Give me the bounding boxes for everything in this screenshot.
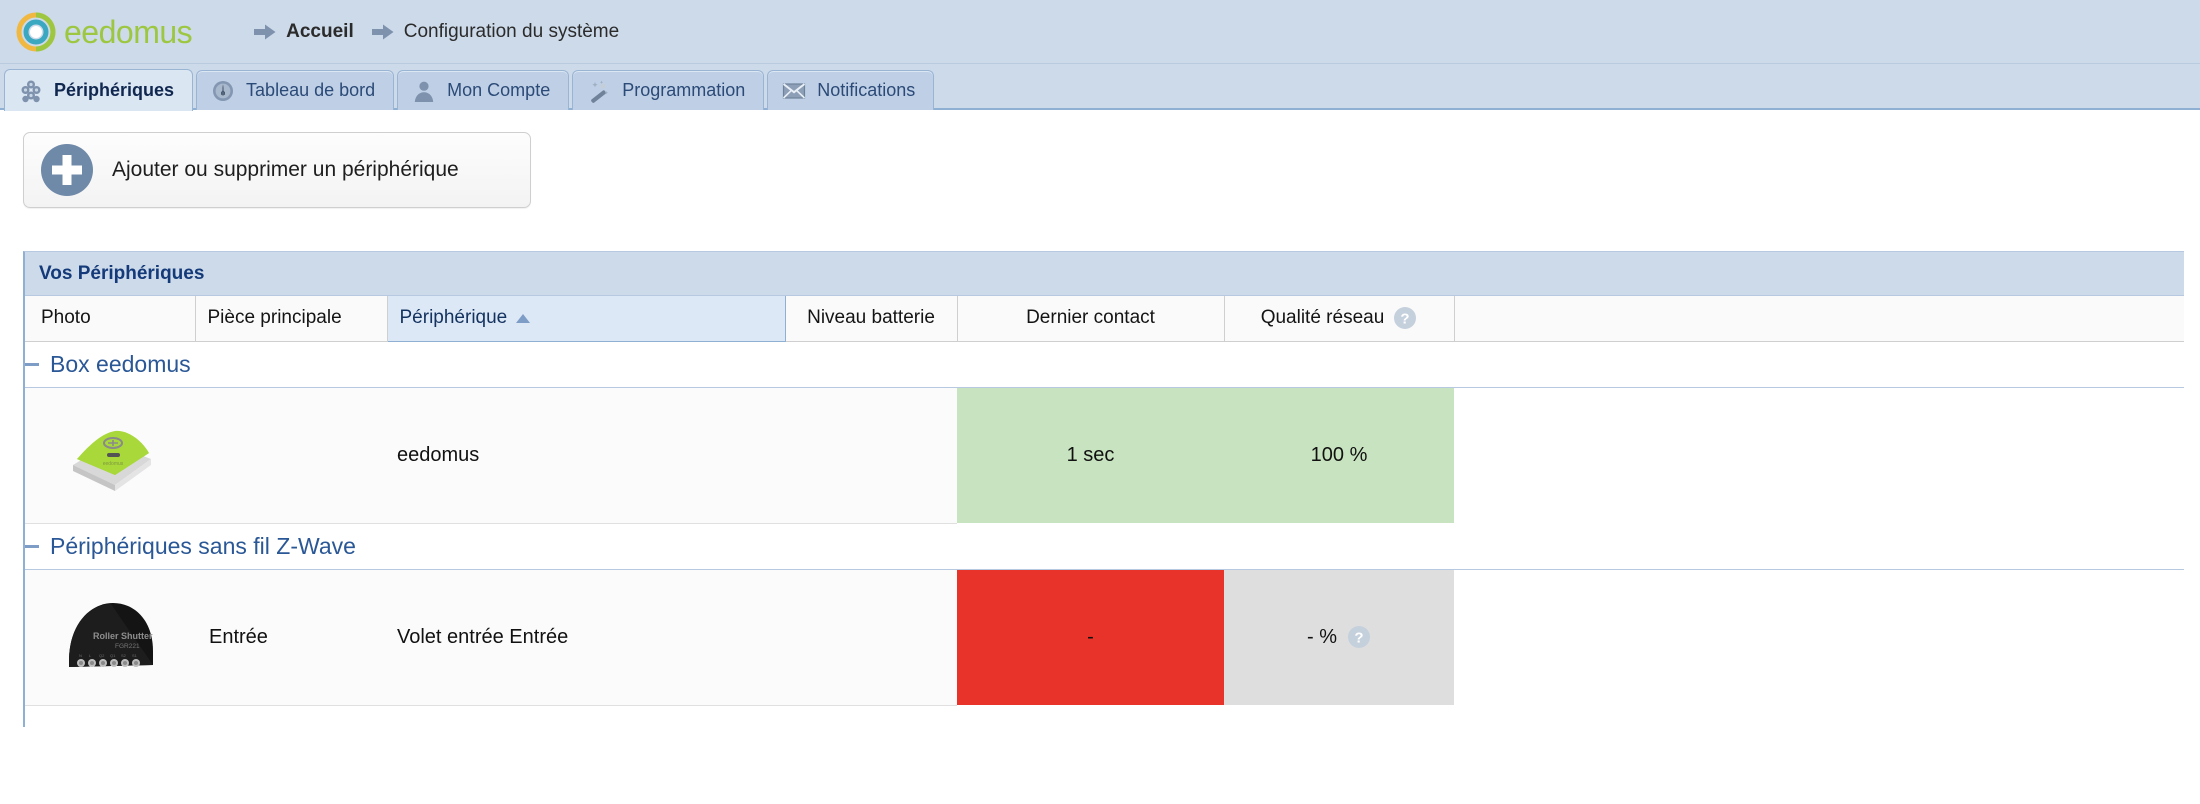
- svg-text:FGR221: FGR221: [115, 643, 140, 650]
- arrow-right-icon: [371, 24, 394, 40]
- column-header-dernier-contact[interactable]: Dernier contact: [957, 296, 1225, 342]
- breadcrumb-item-accueil[interactable]: Accueil: [254, 21, 354, 43]
- column-header-qualite-reseau[interactable]: Qualité réseau ?: [1224, 296, 1455, 342]
- top-bar: eedomus Accueil Configuration du système: [0, 0, 2200, 64]
- brand-name: eedomus: [64, 13, 193, 50]
- minus-icon[interactable]: [25, 362, 39, 366]
- magic-wand-icon: [587, 79, 611, 103]
- tab-label-tableau-de-bord: Tableau de bord: [246, 80, 376, 100]
- devices-table: Photo Pièce principale Périphérique Nive…: [25, 296, 2184, 727]
- device-photo-cell[interactable]: eedomus: [25, 387, 195, 524]
- svg-text:Roller Shutter: Roller Shutter: [93, 631, 153, 641]
- tab-tableau-de-bord[interactable]: Tableau de bord: [196, 70, 395, 110]
- tab-programmation[interactable]: Programmation: [572, 70, 765, 110]
- column-header-photo[interactable]: Photo: [25, 296, 196, 342]
- eedomus-box-photo-icon: eedomus: [63, 413, 159, 497]
- tab-peripheriques[interactable]: Périphériques: [4, 69, 194, 111]
- device-actions-cell: [1454, 387, 2184, 523]
- svg-text:N: N: [79, 653, 82, 658]
- column-label-piece-principale: Pièce principale: [207, 307, 342, 329]
- add-remove-device-button[interactable]: Ajouter ou supprimer un périphérique: [23, 132, 531, 208]
- column-label-qualite-reseau: Qualité réseau: [1260, 307, 1385, 329]
- device-last-contact-cell: -: [957, 569, 1224, 705]
- column-label-dernier-contact: Dernier contact: [1026, 307, 1155, 329]
- question-mark-icon[interactable]: ?: [1393, 306, 1417, 330]
- plus-circle-icon: [40, 143, 94, 197]
- table-row[interactable]: Roller Shutter FGR221 NL Q2 Q1 S2 S1 Ent…: [25, 569, 2184, 706]
- devices-panel: Vos Périphériques Photo Pièce principale: [23, 251, 2184, 727]
- column-label-photo: Photo: [41, 307, 91, 329]
- column-label-peripherique: Périphérique: [399, 307, 508, 329]
- tab-label-mon-compte: Mon Compte: [447, 80, 551, 100]
- envelope-icon: [782, 79, 806, 103]
- group-label-box-eedomus: Box eedomus: [50, 350, 191, 377]
- group-row-box-eedomus[interactable]: Box eedomus: [25, 341, 2184, 388]
- device-photo-cell[interactable]: Roller Shutter FGR221 NL Q2 Q1 S2 S1: [25, 569, 195, 706]
- device-actions-cell: [1454, 569, 2184, 705]
- device-network-quality-cell: - % ?: [1224, 569, 1454, 705]
- svg-text:?: ?: [1401, 311, 1410, 328]
- device-name-cell[interactable]: eedomus: [387, 387, 785, 524]
- device-network-quality-cell: 100 %: [1224, 387, 1454, 523]
- table-header-row: Photo Pièce principale Périphérique Nive…: [25, 296, 2184, 342]
- user-icon: [412, 79, 436, 103]
- column-label-niveau-batterie: Niveau batterie: [807, 307, 935, 329]
- device-last-contact-cell: 1 sec: [957, 387, 1224, 523]
- arrow-right-icon: [254, 24, 276, 40]
- column-header-actions: [1454, 296, 2184, 342]
- column-header-niveau-batterie[interactable]: Niveau batterie: [785, 296, 958, 342]
- question-mark-icon[interactable]: ?: [1347, 625, 1371, 649]
- breadcrumb-item-configuration[interactable]: Configuration du système: [371, 21, 620, 43]
- device-network-quality-value: - %: [1307, 625, 1337, 648]
- group-label-zwave: Périphériques sans fil Z-Wave: [50, 532, 356, 559]
- device-battery-cell: [785, 569, 957, 706]
- device-room-cell: [195, 387, 387, 524]
- group-row-zwave[interactable]: Périphériques sans fil Z-Wave: [25, 523, 2184, 570]
- svg-text:S1: S1: [132, 653, 138, 658]
- page-content: Ajouter ou supprimer un périphérique Vos…: [0, 132, 2200, 727]
- tab-label-programmation: Programmation: [622, 80, 746, 100]
- column-header-peripherique[interactable]: Périphérique: [386, 296, 786, 342]
- table-row[interactable]: eedomus eedomus 1 sec 100 %: [25, 387, 2184, 524]
- device-battery-cell: [785, 387, 957, 524]
- breadcrumb-label-accueil: Accueil: [286, 21, 354, 42]
- minus-icon[interactable]: [25, 544, 39, 548]
- device-room-cell: Entrée: [195, 569, 387, 706]
- gauge-icon: [211, 79, 235, 103]
- breadcrumb: Accueil Configuration du système: [254, 21, 637, 43]
- eedomus-ring-logo-icon: [14, 10, 58, 54]
- tab-label-peripheriques: Périphériques: [54, 80, 175, 100]
- brand-logo[interactable]: eedomus: [14, 10, 193, 54]
- panel-title: Vos Périphériques: [25, 252, 2184, 296]
- column-header-piece-principale[interactable]: Pièce principale: [195, 296, 388, 342]
- svg-text:?: ?: [1354, 630, 1363, 647]
- svg-text:Q2: Q2: [99, 653, 105, 658]
- sort-ascending-icon: [516, 313, 531, 323]
- table-row-partial: [25, 705, 2184, 727]
- svg-text:eedomus: eedomus: [103, 461, 124, 467]
- add-remove-device-label: Ajouter ou supprimer un périphérique: [112, 158, 459, 181]
- devices-cluster-icon: [19, 79, 43, 103]
- svg-text:Q1: Q1: [110, 653, 116, 658]
- main-tab-bar: Périphériques Tableau de bord Mon Compte: [0, 64, 2200, 111]
- svg-text:S2: S2: [121, 653, 127, 658]
- tab-mon-compte[interactable]: Mon Compte: [397, 70, 570, 110]
- breadcrumb-label-configuration: Configuration du système: [403, 21, 620, 42]
- tab-notifications[interactable]: Notifications: [767, 70, 935, 110]
- tab-label-notifications: Notifications: [817, 80, 916, 100]
- device-name-cell[interactable]: Volet entrée Entrée: [387, 569, 785, 706]
- roller-shutter-module-photo-icon: Roller Shutter FGR221 NL Q2 Q1 S2 S1: [63, 595, 159, 679]
